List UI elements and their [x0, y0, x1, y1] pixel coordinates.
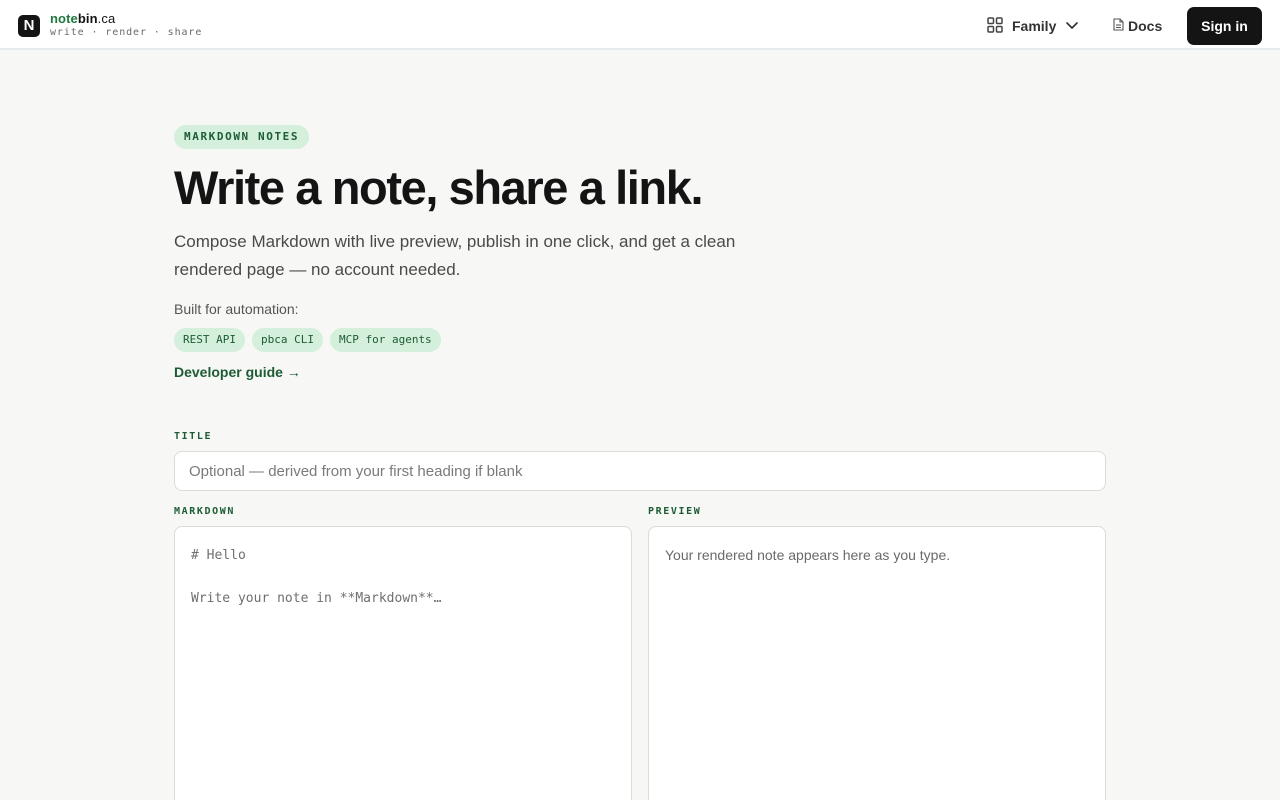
chip-mcp-agents: MCP for agents	[329, 328, 441, 352]
brand-tagline: write · render · share	[50, 27, 203, 38]
preview-field-label: PREVIEW	[648, 506, 702, 517]
chip-pbca-cli: pbca CLI	[251, 328, 323, 352]
brand-name-bin: bin	[77, 11, 98, 26]
docs-link[interactable]: Docs	[1113, 15, 1162, 37]
preview-placeholder-text: Your rendered note appears here as you t…	[665, 547, 951, 563]
title-input[interactable]	[174, 451, 1106, 491]
brand-name-tld: .ca	[97, 11, 116, 26]
section-badge: MARKDOWN NOTES	[174, 125, 310, 149]
top-nav-bar: N notebin.ca write · render · share Fami…	[0, 0, 1280, 50]
page-title: Write a note, share a link.	[174, 161, 704, 214]
markdown-editor[interactable]	[174, 526, 632, 800]
automation-label: Built for automation:	[174, 301, 299, 317]
docs-link-label: Docs	[1128, 18, 1163, 34]
family-menu-button[interactable]: Family	[986, 14, 1080, 38]
chip-rest-api: REST API	[174, 328, 245, 352]
markdown-field-label: MARKDOWN	[174, 506, 235, 517]
preview-pane: Your rendered note appears here as you t…	[648, 526, 1106, 800]
sign-in-button[interactable]: Sign in	[1187, 7, 1262, 45]
automation-chips: REST API pbca CLI MCP for agents	[174, 328, 441, 352]
grid-apps-icon	[986, 16, 1004, 37]
chevron-down-icon	[1064, 17, 1080, 36]
brand[interactable]: N notebin.ca write · render · share	[18, 11, 202, 39]
family-menu-label: Family	[1012, 18, 1057, 34]
brand-name: notebin.ca	[50, 11, 202, 26]
document-icon	[1113, 18, 1124, 34]
brand-text: notebin.ca write · render · share	[50, 11, 202, 39]
page-subtitle: Compose Markdown with live preview, publ…	[174, 232, 736, 279]
brand-name-note: note	[50, 11, 78, 26]
developer-guide-link[interactable]: Developer guide →	[174, 364, 301, 380]
title-field-label: TITLE	[174, 431, 213, 442]
notebin-logo-icon: N	[18, 15, 40, 37]
